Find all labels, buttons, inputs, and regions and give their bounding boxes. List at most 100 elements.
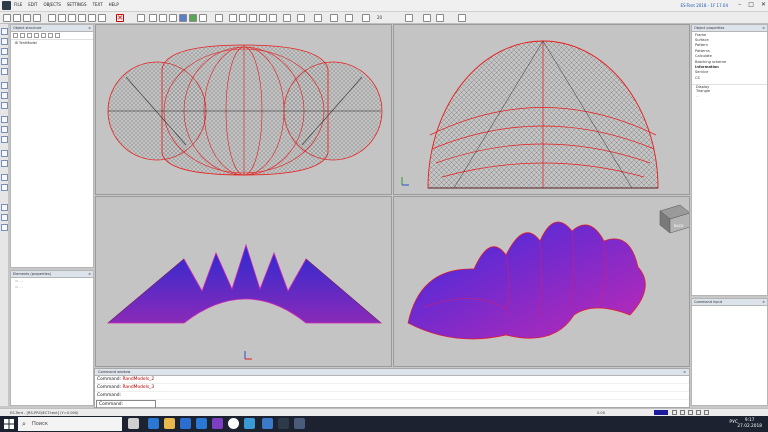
mesh-icon[interactable] — [1, 82, 8, 89]
snap-icon[interactable] — [297, 14, 305, 22]
rotate-icon[interactable] — [229, 14, 237, 22]
zoom-extents-icon[interactable] — [189, 14, 197, 22]
viewport-front[interactable] — [95, 24, 392, 195]
viewport-side[interactable] — [393, 24, 690, 195]
up-icon[interactable] — [41, 33, 46, 38]
es-tent-app-icon[interactable] — [278, 418, 289, 429]
view-front-icon[interactable] — [149, 14, 157, 22]
menu-text[interactable]: TEXT — [93, 2, 103, 7]
info-icon[interactable] — [458, 14, 466, 22]
view-side-icon[interactable] — [169, 14, 177, 22]
telegram-icon[interactable] — [244, 418, 255, 429]
paste-icon[interactable] — [78, 14, 86, 22]
cable-icon[interactable] — [1, 150, 8, 157]
mail-icon[interactable] — [180, 418, 191, 429]
taskbar-search[interactable]: ⌕ Поиск — [18, 417, 122, 431]
render-icon[interactable] — [259, 14, 267, 22]
close-icon[interactable]: × — [683, 369, 689, 375]
point-icon[interactable] — [423, 14, 431, 22]
color-swatch[interactable] — [654, 410, 668, 415]
osnap-toggle-icon[interactable] — [696, 410, 701, 415]
visual-studio-icon[interactable] — [212, 418, 223, 429]
taskbar-clock[interactable]: 9:17 27.02.2018 — [737, 418, 762, 430]
menu-settings[interactable]: SETTINGS — [67, 2, 87, 7]
load-icon[interactable] — [1, 136, 8, 143]
menu-file[interactable]: FILE — [14, 2, 22, 7]
move-icon[interactable] — [98, 14, 106, 22]
close-icon[interactable]: × — [88, 25, 93, 31]
draw-circle-icon[interactable] — [1, 48, 8, 55]
layers-icon[interactable] — [269, 14, 277, 22]
viewport-3d[interactable]: BACK — [393, 196, 690, 367]
view-iso-icon[interactable] — [179, 14, 187, 22]
draw-line-icon[interactable] — [1, 28, 8, 35]
snap-toggle-icon[interactable] — [672, 410, 677, 415]
shaded-icon[interactable] — [249, 14, 257, 22]
viewport-top[interactable] — [95, 196, 392, 367]
menu-edit[interactable]: EDIT — [28, 2, 37, 7]
grid-toggle-icon[interactable] — [688, 410, 693, 415]
draw-polyline-icon[interactable] — [1, 58, 8, 65]
edge-browser-icon[interactable] — [148, 418, 159, 429]
tree-item-model[interactable]: ⊞ TentModel — [11, 40, 93, 46]
delete-icon[interactable]: ✕ — [116, 14, 124, 22]
node-icon[interactable] — [1, 116, 8, 123]
draw-arc-icon[interactable] — [1, 38, 8, 45]
view-cube-icon[interactable]: BACK — [659, 204, 690, 234]
collapse-icon[interactable] — [20, 33, 25, 38]
grid-icon[interactable] — [283, 14, 291, 22]
select-icon[interactable] — [137, 14, 145, 22]
color-icon[interactable] — [330, 14, 338, 22]
remove-icon[interactable] — [34, 33, 39, 38]
copy-icon[interactable] — [68, 14, 76, 22]
print-icon[interactable] — [33, 14, 41, 22]
support-icon[interactable] — [1, 126, 8, 133]
snap-grid-icon[interactable] — [405, 14, 413, 22]
app-icon[interactable] — [294, 418, 305, 429]
close-icon[interactable]: ✕ — [761, 1, 766, 8]
cut-pattern-icon[interactable] — [1, 184, 8, 191]
surface-icon[interactable] — [1, 92, 8, 99]
settings-icon[interactable] — [345, 14, 353, 22]
open-file-icon[interactable] — [13, 14, 21, 22]
menu-objects[interactable]: OBJECTS — [43, 2, 60, 7]
wireframe-icon[interactable] — [239, 14, 247, 22]
zoom-window-icon[interactable] — [199, 14, 207, 22]
zoom-value[interactable]: 20 — [377, 15, 382, 20]
pattern-icon[interactable] — [1, 174, 8, 181]
measure-icon[interactable] — [314, 14, 322, 22]
app-icon[interactable] — [262, 418, 273, 429]
close-icon[interactable]: × — [762, 299, 767, 305]
dyn-toggle-icon[interactable] — [704, 410, 709, 415]
down-icon[interactable] — [48, 33, 53, 38]
membrane-icon[interactable] — [1, 160, 8, 167]
view-top-icon[interactable] — [159, 14, 167, 22]
filter-icon[interactable] — [55, 33, 60, 38]
store-icon[interactable] — [196, 418, 207, 429]
close-icon[interactable]: × — [762, 25, 767, 31]
ortho-toggle-icon[interactable] — [680, 410, 685, 415]
menu-help[interactable]: HELP — [109, 2, 119, 7]
yandex-icon[interactable] — [228, 418, 239, 429]
save-icon[interactable] — [23, 14, 31, 22]
list-item[interactable]: ▭ ... — [11, 284, 93, 290]
result-icon[interactable] — [1, 214, 8, 221]
expand-icon[interactable] — [13, 33, 18, 38]
edge-icon[interactable] — [1, 102, 8, 109]
undo-icon[interactable] — [48, 14, 56, 22]
close-icon[interactable]: × — [88, 271, 93, 277]
pin-icon[interactable] — [436, 14, 444, 22]
minimize-icon[interactable]: – — [738, 1, 741, 8]
task-view-icon[interactable] — [128, 418, 139, 429]
windows-start-icon[interactable] — [4, 419, 14, 429]
draw-spline-icon[interactable] — [1, 68, 8, 75]
export-icon[interactable] — [1, 224, 8, 231]
redo-icon[interactable] — [58, 14, 66, 22]
maximize-icon[interactable]: □ — [748, 1, 754, 8]
new-file-icon[interactable] — [3, 14, 11, 22]
zoom-dropdown-icon[interactable] — [362, 14, 370, 22]
pan-icon[interactable] — [215, 14, 223, 22]
add-icon[interactable] — [27, 33, 32, 38]
calculate-icon[interactable] — [1, 204, 8, 211]
cut-icon[interactable] — [88, 14, 96, 22]
